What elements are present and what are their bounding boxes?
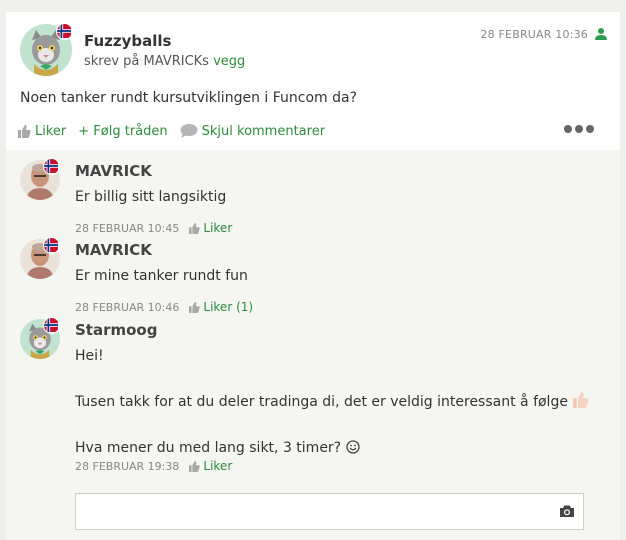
comment-meta: 28 FEBRUAR 19:38 Liker xyxy=(75,459,232,473)
camera-icon[interactable] xyxy=(559,504,575,518)
thumbs-up-icon xyxy=(189,460,201,472)
post-subline: skrev på MAVRICKs vegg xyxy=(84,54,245,69)
hide-comments-label: Skjul kommentarer xyxy=(201,123,326,139)
comment-like-label: Liker (1) xyxy=(203,300,254,314)
comment-line: Tusen takk for at du deler tradinga di, … xyxy=(75,394,568,410)
speech-bubble-icon xyxy=(180,124,198,138)
comment-meta: 28 FEBRUAR 10:45 Liker xyxy=(75,221,232,235)
norway-flag-icon xyxy=(43,158,60,175)
comment-like-label: Liker xyxy=(203,459,233,473)
norway-flag-icon xyxy=(43,317,60,334)
comments-section: MAVRICK Er billig sitt langsiktig 28 FEB… xyxy=(6,150,620,540)
comment-meta: 28 FEBRUAR 10:46 Liker (1) xyxy=(75,300,253,314)
post-author[interactable]: Fuzzyballs xyxy=(84,32,172,50)
post-card: Fuzzyballs skrev på MAVRICKs vegg 28 FEB… xyxy=(6,12,620,540)
post-timestamp: 28 FEBRUAR 10:36 xyxy=(480,28,588,41)
thumbs-up-icon xyxy=(18,124,31,138)
subline-prefix: skrev på xyxy=(84,54,144,69)
post-body: Noen tanker rundt kursutviklingen i Func… xyxy=(20,90,358,106)
comment-like-button[interactable]: Liker xyxy=(189,221,232,235)
like-label: Liker xyxy=(35,123,67,139)
comment-line: Hei! xyxy=(75,348,104,364)
more-options-icon[interactable] xyxy=(564,125,594,133)
comment-author[interactable]: Starmoog xyxy=(75,321,157,339)
hide-comments-button[interactable]: Skjul kommentarer xyxy=(180,124,325,139)
comment-like-label: Liker xyxy=(203,221,233,235)
wall-link[interactable]: vegg xyxy=(213,54,245,69)
norway-flag-icon xyxy=(56,23,73,40)
user-icon[interactable] xyxy=(594,27,608,41)
follow-label: + Følg tråden xyxy=(78,123,168,139)
comment-like-button[interactable]: Liker xyxy=(189,459,232,473)
thumbs-up-icon xyxy=(189,301,201,313)
comment-text: Er billig sitt langsiktig xyxy=(75,189,227,205)
comment-line: Hva mener du med lang sikt, 3 timer? xyxy=(75,440,342,456)
comment-text: Hei! Tusen takk for at du deler tradinga … xyxy=(75,345,590,460)
norway-flag-icon xyxy=(43,237,60,254)
subline-target[interactable]: MAVRICKs xyxy=(144,54,209,69)
post-header: Fuzzyballs skrev på MAVRICKs vegg 28 FEB… xyxy=(6,12,620,92)
reply-input[interactable] xyxy=(75,493,584,530)
thumbs-up-icon xyxy=(189,222,201,234)
comment-timestamp: 28 FEBRUAR 19:38 xyxy=(75,459,180,473)
comment-like-button[interactable]: Liker (1) xyxy=(189,300,253,314)
comment-timestamp: 28 FEBRUAR 10:45 xyxy=(75,221,180,235)
comment-timestamp: 28 FEBRUAR 10:46 xyxy=(75,300,180,314)
thumbs-up-emoji-icon xyxy=(573,392,589,408)
comment-author[interactable]: MAVRICK xyxy=(75,241,152,259)
comment-text: Er mine tanker rundt fun xyxy=(75,268,248,284)
comment-author[interactable]: MAVRICK xyxy=(75,162,152,180)
follow-thread-button[interactable]: + Følg tråden xyxy=(78,124,167,139)
smiley-emoji-icon xyxy=(345,440,360,454)
like-button[interactable]: Liker xyxy=(18,124,66,139)
post-actions: Liker + Følg tråden Skjul kommentarer xyxy=(18,122,337,140)
